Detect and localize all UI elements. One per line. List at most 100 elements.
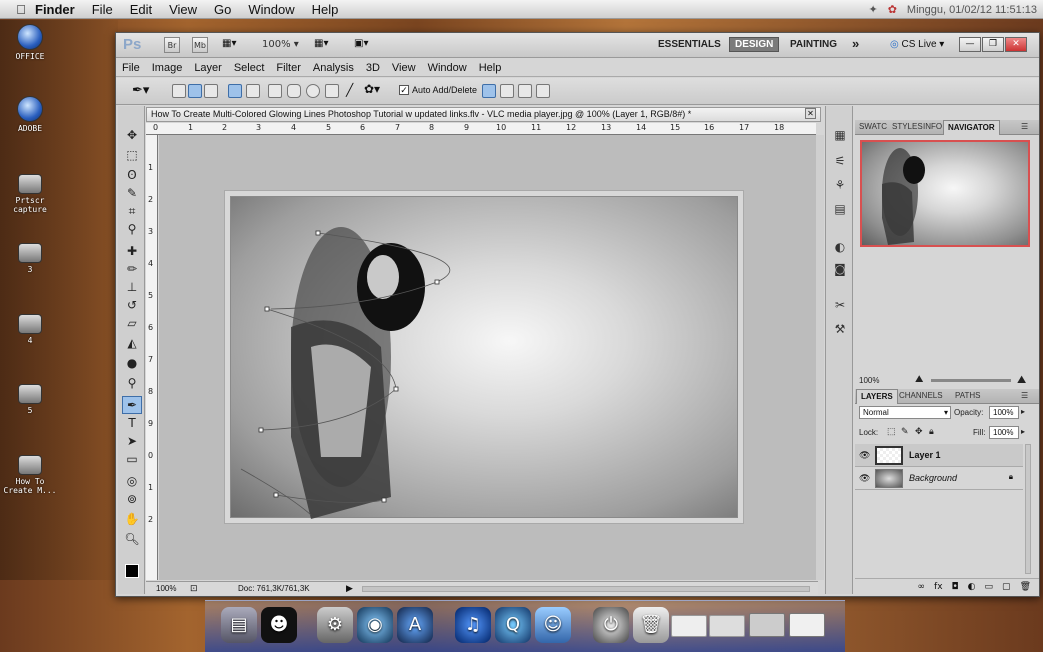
pen-tool-icon[interactable]: ✒ [122,396,142,414]
layers-scrollbar[interactable] [1025,444,1031,574]
zoom-tool-icon[interactable]: 🔍︎ [122,530,142,548]
ps-menu-help[interactable]: Help [473,62,508,74]
zoom-level-select[interactable]: 100% ▾ [262,39,299,50]
window-thumb-icon[interactable] [789,613,825,637]
shape-layers-icon[interactable] [172,84,186,98]
canvas-area[interactable] [159,135,821,580]
auto-add-delete[interactable]: ✓ Auto Add/Delete [399,85,477,95]
trash-icon[interactable]: 🗑︎ [633,607,669,643]
tab-info[interactable]: INFO [923,122,942,131]
desktop-icon-office[interactable]: OFFICE [0,24,60,61]
document-vertical-scrollbar[interactable] [816,135,824,580]
ps-menu-layer[interactable]: Layer [188,62,228,74]
ps-menu-analysis[interactable]: Analysis [307,62,360,74]
workspace-more-icon[interactable]: » [852,36,859,51]
foreground-color-swatch[interactable] [125,564,139,578]
delete-layer-icon[interactable]: 🗑︎ [1020,582,1031,592]
ellipse-shape-icon[interactable] [306,84,320,98]
desktop-icon-howto[interactable]: How To Create M... [0,455,60,495]
panel-menu-icon[interactable]: ☰ [1021,122,1028,131]
tab-paths[interactable]: PATHS [955,391,980,400]
freeform-pen-icon[interactable] [246,84,260,98]
navigator-thumbnail[interactable] [860,140,1030,247]
vertical-ruler[interactable]: 1 2 3 4 5 6 7 8 9 0 1 2 [146,135,158,580]
menubar-help[interactable]: Help [309,2,342,17]
desktop-icon-3[interactable]: 3 [0,243,60,274]
eyedropper-tool-icon[interactable]: ⚲ [122,220,142,238]
desktop-icon-adobe[interactable]: ADOBE [0,96,60,133]
tab-layers[interactable]: LAYERS [856,389,898,404]
menubar-go[interactable]: Go [211,2,234,17]
workspace-essentials[interactable]: ESSENTIALS [658,39,721,50]
marquee-tool-icon[interactable]: ⬚ [122,146,142,164]
link-layers-icon[interactable]: ∞ [918,582,926,592]
add-mask-icon[interactable]: ◘ [952,582,959,592]
masks-panel-icon[interactable]: ▤ [832,202,848,218]
adjustments-panel-icon[interactable]: ⚟ [832,154,848,170]
fill-arrow-icon[interactable]: ▸ [1021,427,1025,436]
arrange-documents-icon[interactable]: ▦▾ [314,38,328,49]
document-tab[interactable]: How To Create Multi-Colored Glowing Line… [146,107,821,122]
paint-bucket-tool-icon[interactable]: ◭ [122,334,142,352]
layer-row-background[interactable]: 👁︎ Background 🔒︎ [855,467,1023,490]
3d-rotate-tool-icon[interactable]: ◎ [122,472,142,490]
menubar-view[interactable]: View [166,2,200,17]
rounded-rectangle-icon[interactable] [287,84,301,98]
desktop-icon-5[interactable]: 5 [0,384,60,415]
document-horizontal-scrollbar[interactable] [362,586,810,592]
styles-panel-icon[interactable]: ⚘ [832,178,848,194]
lasso-tool-icon[interactable]: ʘ [122,166,142,184]
history-brush-tool-icon[interactable]: ↺ [122,296,142,314]
auto-add-delete-checkbox[interactable]: ✓ [399,85,409,95]
move-tool-icon[interactable]: ✥ [122,126,142,144]
bridge-button[interactable]: Br [164,37,180,53]
status-zoom[interactable]: 100% [156,584,176,593]
tab-navigator[interactable]: NAVIGATOR [943,120,1000,135]
layer-name[interactable]: Background [909,473,957,483]
minimize-button[interactable]: — [959,37,981,52]
pen-tool-preset-icon[interactable]: ✒▾ [132,83,149,98]
fill-input[interactable]: 100% [989,426,1019,439]
polygon-shape-icon[interactable] [325,84,339,98]
ps-menu-file[interactable]: File [116,62,146,74]
menubar-edit[interactable]: Edit [127,2,155,17]
ps-menu-3d[interactable]: 3D [360,62,386,74]
status-icon[interactable]: ✿ [888,3,897,16]
menubar-window[interactable]: Window [245,2,297,17]
power-icon[interactable]: ⏻ [593,607,629,643]
new-group-icon[interactable]: ▭ [985,582,994,592]
window-thumb-icon[interactable] [749,613,785,637]
spot-healing-tool-icon[interactable]: ✚ [122,242,142,260]
crop-tool-icon[interactable]: ⌗ [122,202,142,220]
path-selection-tool-icon[interactable]: ➤ [122,432,142,450]
layer-name[interactable]: Layer 1 [909,450,941,460]
status-menu-arrow-icon[interactable]: ▶ [346,583,353,594]
paths-mode-icon[interactable] [188,84,202,98]
rectangle-tool-icon[interactable]: ▭ [122,450,142,468]
navigator-zoom-slider[interactable] [931,379,1011,382]
desktop-icon-prtscr[interactable]: Prtscr capture [0,174,60,214]
document-close-icon[interactable]: ✕ [805,108,816,119]
blur-tool-icon[interactable]: ● [122,354,142,372]
itunes-icon[interactable]: ♫ [455,607,491,643]
tab-styles[interactable]: STYLES [892,122,923,131]
cs-live-menu[interactable]: ◎ CS Live ▾ [890,39,944,50]
path-combine-subtract-icon[interactable] [500,84,514,98]
fill-pixels-icon[interactable] [204,84,218,98]
swatches-panel-icon[interactable]: ▦ [832,128,848,144]
screen-mode-icon[interactable]: ▣▾ [354,38,368,49]
new-layer-icon[interactable]: ▢ [1002,582,1011,592]
path-combine-exclude-icon[interactable] [536,84,550,98]
tab-channels[interactable]: CHANNELS [899,391,943,400]
finder-face-icon[interactable]: ☺ [535,607,571,643]
view-extras-icon[interactable]: ▦▾ [222,38,236,49]
status-info-icon[interactable]: ⊡ [190,583,198,594]
document-photo[interactable] [230,196,738,519]
line-shape-icon[interactable]: ╱ [346,83,353,97]
brush-tool-icon[interactable]: ✏ [122,260,142,278]
rectangle-shape-icon[interactable] [268,84,282,98]
navigator-zoom[interactable]: 100% [859,376,879,385]
window-thumb-icon[interactable] [709,615,745,637]
dodge-tool-icon[interactable]: ⚲ [122,374,142,392]
lock-pixels-icon[interactable]: ✎ [901,426,909,437]
